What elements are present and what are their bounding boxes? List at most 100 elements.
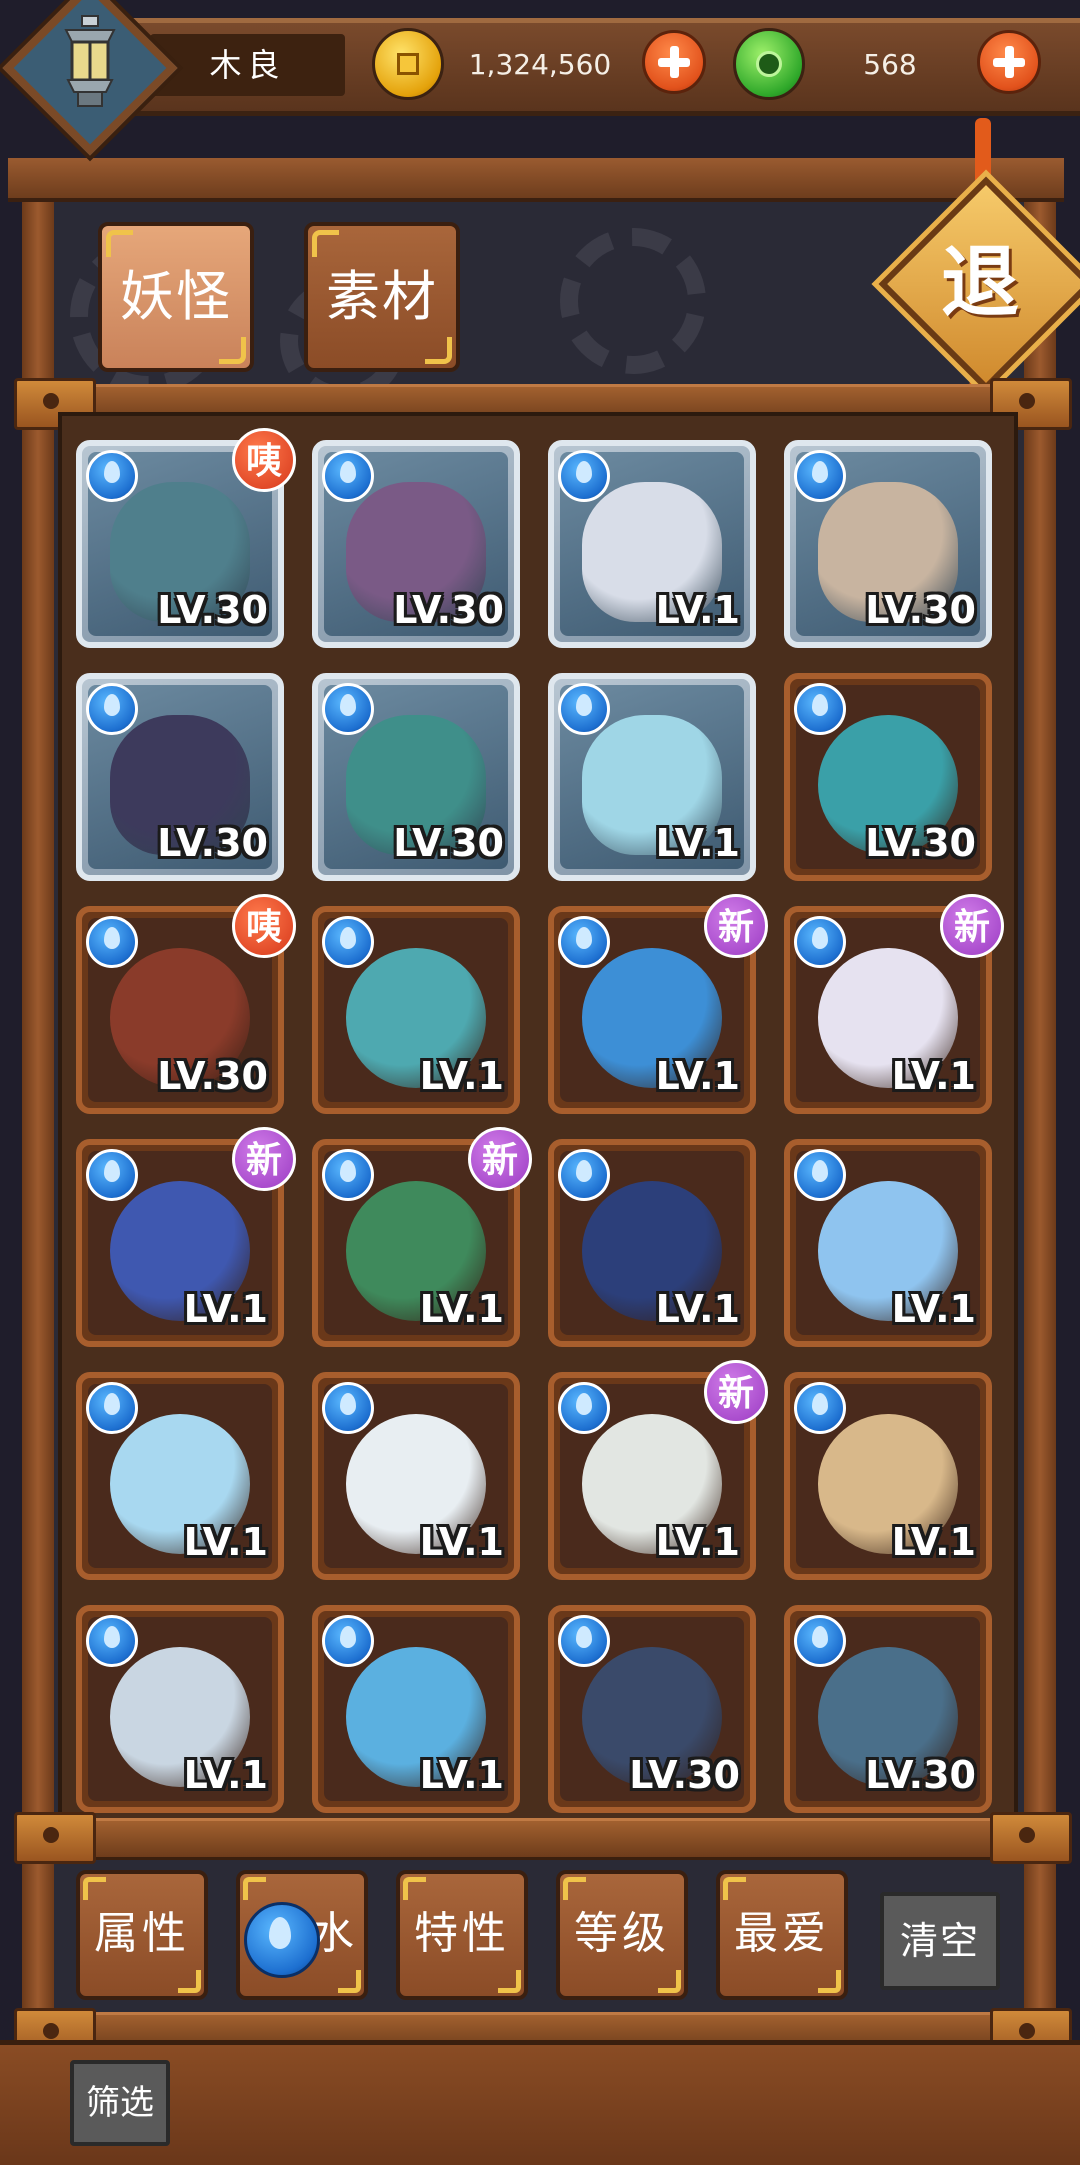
filter-favorite-button[interactable]: 最爱 bbox=[716, 1870, 848, 2000]
card-level: LV.30 bbox=[865, 821, 976, 865]
monster-card[interactable]: LV.1 bbox=[548, 440, 756, 648]
card-level: LV.30 bbox=[157, 821, 268, 865]
monster-card[interactable]: LV.30 bbox=[312, 673, 520, 881]
water-drop-icon bbox=[86, 1149, 138, 1201]
add-coins-button[interactable] bbox=[642, 30, 706, 94]
card-level: LV.30 bbox=[629, 1753, 740, 1797]
player-avatar[interactable] bbox=[2, 0, 178, 156]
card-level: LV.1 bbox=[183, 1287, 268, 1331]
card-level: LV.30 bbox=[157, 1054, 268, 1098]
monster-card[interactable]: LV.1 bbox=[312, 906, 520, 1114]
monster-card[interactable]: LV.30 bbox=[784, 440, 992, 648]
add-gems-button[interactable] bbox=[977, 30, 1041, 94]
water-drop-icon bbox=[558, 1382, 610, 1434]
shelf-beam-lower bbox=[18, 1818, 1058, 1860]
monster-card[interactable]: LV.1 bbox=[76, 1605, 284, 1813]
hint-badge: 咦 bbox=[232, 894, 296, 958]
card-level: LV.1 bbox=[419, 1287, 504, 1331]
jade-gem-icon bbox=[733, 28, 805, 100]
water-drop-icon bbox=[244, 1902, 320, 1978]
clear-filters-button[interactable]: 清空 bbox=[880, 1892, 1000, 1990]
water-drop-icon bbox=[794, 683, 846, 735]
water-drop-icon bbox=[86, 1615, 138, 1667]
card-level: LV.30 bbox=[865, 588, 976, 632]
coin-amount: 1,324,560 bbox=[468, 48, 612, 81]
player-name: 木良 bbox=[150, 34, 345, 96]
card-level: LV.1 bbox=[183, 1753, 268, 1797]
card-level: LV.1 bbox=[419, 1520, 504, 1564]
filter-label: 等级 bbox=[574, 1908, 670, 1959]
water-drop-icon bbox=[558, 683, 610, 735]
card-level: LV.30 bbox=[393, 588, 504, 632]
card-level: LV.1 bbox=[655, 1520, 740, 1564]
filter-attribute-button[interactable]: 属性 bbox=[76, 1870, 208, 2000]
new-badge: 新 bbox=[704, 1360, 768, 1424]
filter-label: 属性 bbox=[94, 1908, 190, 1959]
tab-monsters[interactable]: 妖怪 bbox=[98, 222, 254, 372]
beam-bracket bbox=[990, 1812, 1072, 1864]
screen-filter-button[interactable]: 筛选 bbox=[70, 2060, 170, 2146]
water-drop-icon bbox=[558, 1615, 610, 1667]
filter-label: 特性 bbox=[414, 1908, 510, 1959]
monster-card[interactable]: LV.1 bbox=[548, 1139, 756, 1347]
card-level: LV.1 bbox=[655, 1287, 740, 1331]
exit-label: 退 bbox=[940, 238, 1019, 328]
card-level: LV.1 bbox=[655, 1054, 740, 1098]
water-drop-icon bbox=[322, 1615, 374, 1667]
water-drop-icon bbox=[558, 1149, 610, 1201]
filter-trait-button[interactable]: 特性 bbox=[396, 1870, 528, 2000]
monster-card[interactable]: LV.1 bbox=[784, 1139, 992, 1347]
card-level: LV.1 bbox=[655, 821, 740, 865]
filter-label: 最爱 bbox=[734, 1908, 830, 1959]
monster-card[interactable]: LV.30 bbox=[312, 440, 520, 648]
monster-card[interactable]: LV.1 bbox=[548, 673, 756, 881]
tab-materials[interactable]: 素材 bbox=[304, 222, 460, 372]
card-level: LV.1 bbox=[655, 588, 740, 632]
water-drop-icon bbox=[86, 916, 138, 968]
card-level: LV.1 bbox=[891, 1054, 976, 1098]
card-level: LV.30 bbox=[393, 821, 504, 865]
water-drop-icon bbox=[558, 450, 610, 502]
monster-card[interactable]: LV.1 bbox=[76, 1372, 284, 1580]
water-drop-icon bbox=[322, 916, 374, 968]
water-drop-icon bbox=[322, 683, 374, 735]
cabinet-post-left bbox=[22, 198, 54, 2040]
monster-card[interactable]: LV.30 bbox=[784, 673, 992, 881]
card-level: LV.1 bbox=[891, 1287, 976, 1331]
beam-bracket bbox=[14, 1812, 96, 1864]
monster-card[interactable]: LV.30 bbox=[784, 1605, 992, 1813]
water-drop-icon bbox=[794, 450, 846, 502]
water-drop-icon bbox=[794, 1149, 846, 1201]
monster-card[interactable]: LV.1 bbox=[312, 1372, 520, 1580]
card-level: LV.30 bbox=[865, 1753, 976, 1797]
water-drop-icon bbox=[86, 450, 138, 502]
gold-coin-icon bbox=[372, 28, 444, 100]
water-drop-icon bbox=[322, 450, 374, 502]
new-badge: 新 bbox=[704, 894, 768, 958]
gear-decoration bbox=[560, 228, 706, 374]
card-level: LV.1 bbox=[891, 1520, 976, 1564]
filter-level-button[interactable]: 等级 bbox=[556, 1870, 688, 2000]
new-badge: 新 bbox=[232, 1127, 296, 1191]
card-level: LV.30 bbox=[157, 588, 268, 632]
water-drop-icon bbox=[794, 1382, 846, 1434]
monster-card[interactable]: LV.30 bbox=[76, 673, 284, 881]
filter-element-water-button[interactable]: 水 bbox=[236, 1870, 368, 2000]
new-badge: 新 bbox=[468, 1127, 532, 1191]
gem-amount: 568 bbox=[863, 48, 917, 81]
card-level: LV.1 bbox=[419, 1054, 504, 1098]
hint-badge: 咦 bbox=[232, 428, 296, 492]
monster-card[interactable]: LV.1 bbox=[312, 1605, 520, 1813]
cabinet-post-right bbox=[1024, 198, 1056, 2040]
monster-card[interactable]: LV.30 bbox=[548, 1605, 756, 1813]
water-drop-icon bbox=[86, 683, 138, 735]
water-drop-icon bbox=[794, 1615, 846, 1667]
card-level: LV.1 bbox=[419, 1753, 504, 1797]
water-drop-icon bbox=[322, 1149, 374, 1201]
water-drop-icon bbox=[86, 1382, 138, 1434]
new-badge: 新 bbox=[940, 894, 1004, 958]
monster-card[interactable]: LV.1 bbox=[784, 1372, 992, 1580]
water-drop-icon bbox=[558, 916, 610, 968]
card-level: LV.1 bbox=[183, 1520, 268, 1564]
lantern-icon bbox=[64, 15, 116, 107]
